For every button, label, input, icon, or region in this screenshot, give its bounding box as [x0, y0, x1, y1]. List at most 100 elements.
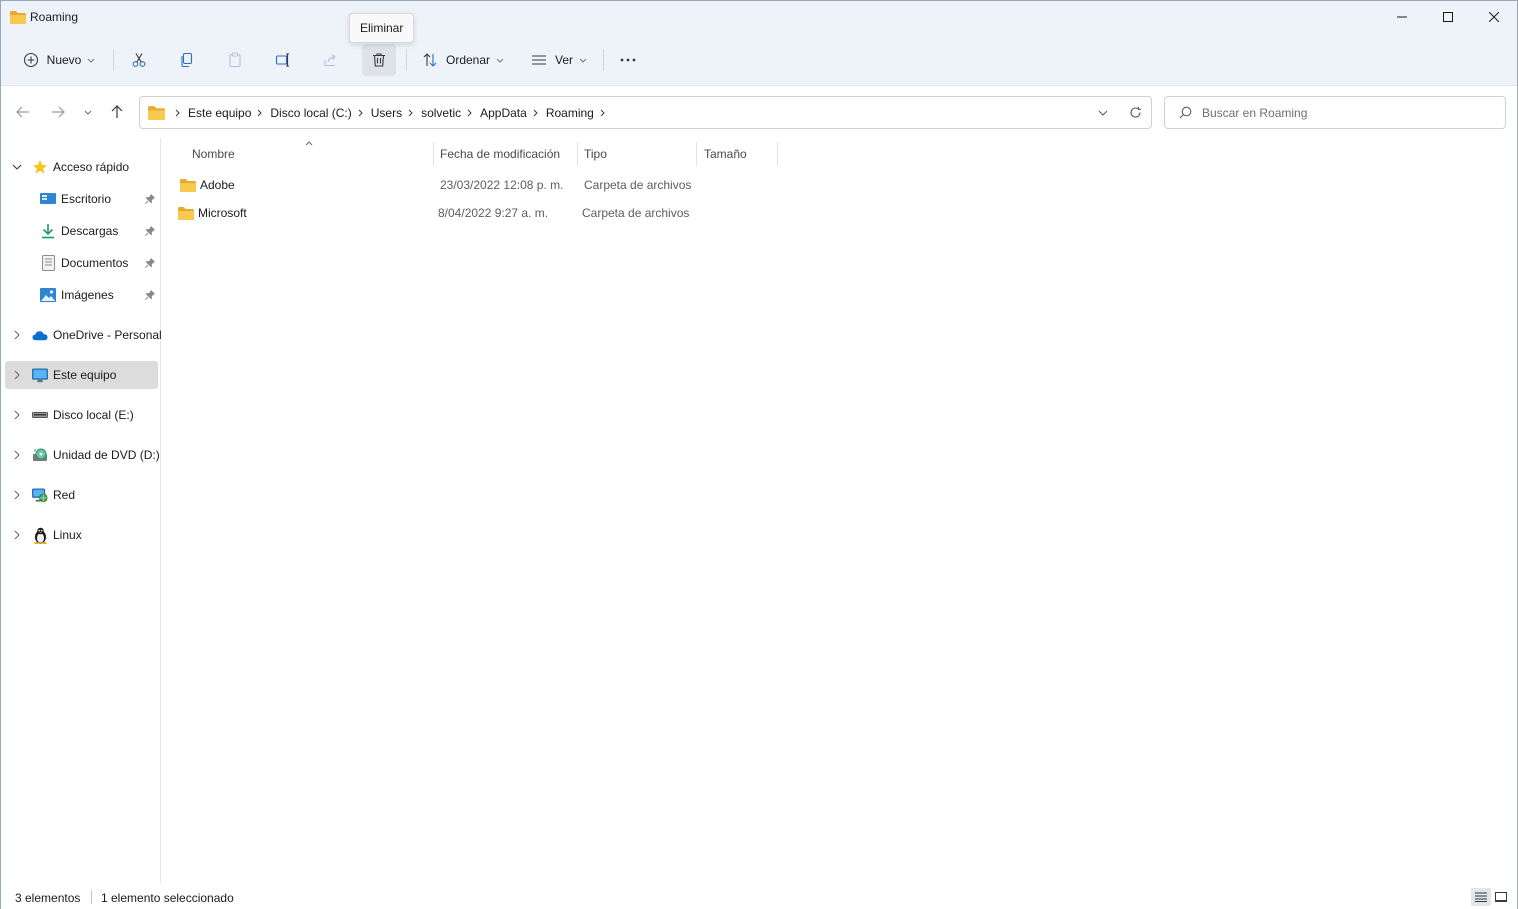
file-row[interactable]: Microsoft 8/04/2022 9:27 a. m. Carpeta d… — [162, 199, 1512, 227]
sidebar-item-label: Descargas — [61, 224, 119, 238]
plus-circle-icon — [23, 52, 38, 68]
search-input[interactable] — [1202, 105, 1492, 120]
share-button[interactable] — [316, 44, 346, 76]
chevron-down-icon — [84, 110, 92, 115]
file-name: Microsoft — [198, 206, 247, 220]
sort-icon — [423, 53, 437, 67]
chevron-right-icon[interactable] — [408, 109, 413, 117]
sidebar-item-red[interactable]: Red — [5, 481, 158, 509]
sidebar-item-disco-local-e[interactable]: Disco local (E:) — [5, 401, 158, 429]
details-view-button[interactable] — [1471, 888, 1491, 906]
folder-icon — [178, 199, 194, 227]
maximize-button[interactable] — [1425, 1, 1471, 33]
sidebar-item-onedrive[interactable]: OneDrive - Personal — [5, 321, 162, 349]
arrow-right-icon — [52, 106, 65, 118]
sidebar-item-label: Este equipo — [53, 368, 117, 382]
chevron-right-icon[interactable] — [533, 109, 538, 117]
sidebar-item-escritorio[interactable]: Escritorio — [5, 185, 158, 213]
sidebar-item-acceso-rapido[interactable]: Acceso rápido — [5, 153, 158, 181]
paste-button[interactable] — [220, 44, 250, 76]
chevron-right-icon[interactable] — [11, 449, 23, 461]
chevron-right-icon[interactable] — [11, 409, 23, 421]
view-label: Ver — [554, 53, 573, 67]
chevron-right-icon[interactable] — [467, 109, 472, 117]
image-icon — [40, 287, 56, 303]
sidebar-item-este-equipo[interactable]: Este equipo — [5, 361, 158, 389]
chevron-right-icon[interactable] — [11, 529, 23, 541]
refresh-button[interactable] — [1119, 97, 1151, 128]
breadcrumb-users[interactable]: Users — [371, 106, 402, 120]
maximize-icon — [1443, 12, 1453, 22]
address-history-button[interactable] — [1087, 97, 1119, 128]
share-icon — [324, 54, 336, 67]
chevron-down-icon — [496, 58, 504, 63]
recent-locations-button[interactable] — [77, 100, 99, 124]
file-date: 23/03/2022 12:08 p. m. — [440, 178, 564, 192]
command-bar: Nuevo Ordenar Ver — [1, 33, 1517, 86]
document-icon — [40, 255, 56, 271]
rename-button[interactable] — [268, 44, 298, 76]
search-box[interactable] — [1164, 96, 1506, 129]
back-button[interactable] — [11, 100, 35, 124]
pin-icon — [145, 225, 155, 239]
view-button[interactable]: Ver — [525, 44, 593, 76]
sort-button[interactable]: Ordenar — [415, 44, 511, 76]
chevron-down-icon[interactable] — [11, 161, 23, 173]
sidebar-item-label: Disco local (E:) — [53, 408, 134, 422]
selection-count: 1 elemento seleccionado — [101, 891, 234, 905]
chevron-right-icon[interactable] — [11, 369, 23, 381]
delete-icon — [373, 53, 385, 67]
column-header-name[interactable]: Nombre — [192, 138, 432, 170]
breadcrumb: Este equipo Disco local (C:) Users solve… — [169, 106, 613, 120]
copy-button[interactable] — [172, 44, 202, 76]
breadcrumb-roaming[interactable]: Roaming — [546, 106, 594, 120]
close-button[interactable] — [1471, 1, 1517, 33]
delete-button[interactable] — [362, 44, 396, 76]
sidebar-item-dvd[interactable]: Unidad de DVD (D:) — [5, 441, 160, 469]
more-options-button[interactable] — [613, 44, 643, 76]
close-icon — [1489, 12, 1499, 22]
column-divider[interactable] — [433, 142, 434, 166]
file-date: 8/04/2022 9:27 a. m. — [438, 206, 549, 220]
forward-button[interactable] — [46, 100, 70, 124]
file-name: Adobe — [200, 178, 235, 192]
cut-button[interactable] — [124, 44, 154, 76]
file-type: Carpeta de archivos — [582, 206, 690, 220]
title-bar: Roaming — [1, 1, 1517, 33]
arrow-up-icon — [111, 105, 123, 118]
column-divider[interactable] — [777, 142, 778, 166]
sidebar-item-imagenes[interactable]: Imágenes — [5, 281, 158, 309]
pin-icon — [145, 257, 155, 271]
tiles-view-button[interactable] — [1491, 888, 1511, 906]
layout-toggle — [1471, 888, 1511, 906]
sidebar-item-documentos[interactable]: Documentos — [5, 249, 158, 277]
arrow-left-icon — [16, 106, 29, 118]
sidebar-item-linux[interactable]: Linux — [5, 521, 158, 549]
pin-icon — [145, 193, 155, 207]
breadcrumb-este-equipo[interactable]: Este equipo — [188, 106, 251, 120]
sidebar-item-label: Red — [53, 488, 76, 502]
column-divider[interactable] — [577, 142, 578, 166]
address-row: Este equipo Disco local (C:) Users solve… — [1, 86, 1517, 138]
chevron-right-icon[interactable] — [600, 109, 605, 117]
new-button[interactable]: Nuevo — [15, 44, 103, 76]
breadcrumb-appdata[interactable]: AppData — [480, 106, 527, 120]
chevron-right-icon[interactable] — [11, 489, 23, 501]
file-type: Carpeta de archivos — [584, 178, 692, 192]
breadcrumb-solvetic[interactable]: solvetic — [421, 106, 461, 120]
breadcrumb-disco-local-c[interactable]: Disco local (C:) — [270, 106, 351, 120]
column-header-size[interactable]: Tamaño — [704, 138, 776, 170]
address-bar[interactable]: Este equipo Disco local (C:) Users solve… — [139, 96, 1152, 129]
chevron-right-icon[interactable] — [358, 109, 363, 117]
file-row[interactable]: Adobe 23/03/2022 12:08 p. m. Carpeta de … — [162, 171, 1512, 199]
sidebar-item-label: Linux — [53, 528, 82, 542]
chevron-right-icon[interactable] — [257, 109, 263, 117]
minimize-button[interactable] — [1379, 1, 1425, 33]
column-header-type[interactable]: Tipo — [584, 138, 696, 170]
column-header-date[interactable]: Fecha de modificación — [440, 138, 576, 170]
column-divider[interactable] — [696, 142, 697, 166]
chevron-right-icon[interactable] — [11, 329, 23, 341]
sidebar-item-descargas[interactable]: Descargas — [5, 217, 158, 245]
delete-tooltip: Eliminar — [349, 13, 415, 43]
up-button[interactable] — [105, 100, 129, 124]
